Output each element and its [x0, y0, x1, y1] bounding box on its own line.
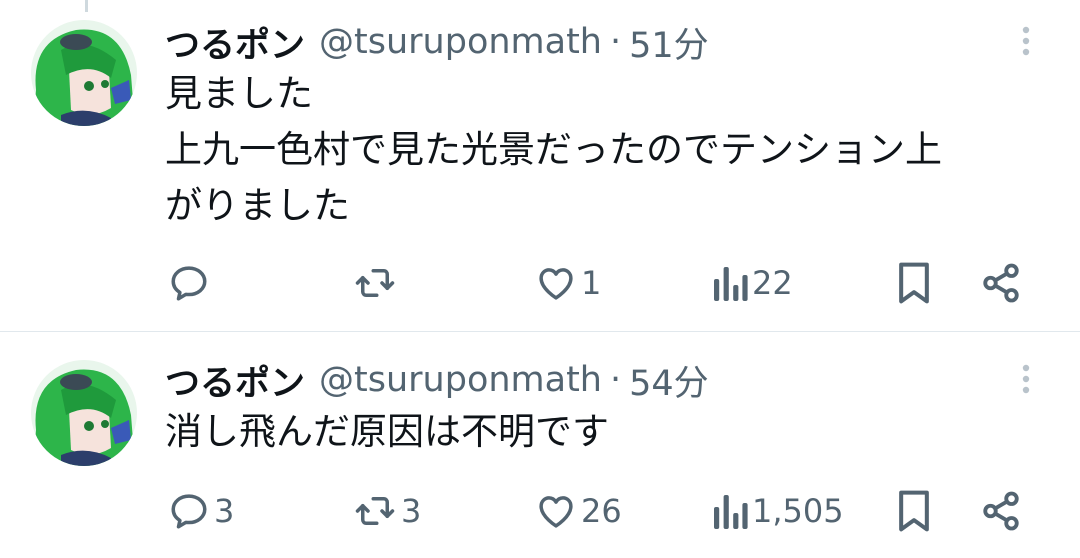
views-icon: [712, 263, 748, 303]
reply-button[interactable]: 3: [168, 486, 234, 536]
timestamp[interactable]: 51分: [629, 17, 709, 68]
display-name[interactable]: つるポン: [165, 355, 305, 406]
like-button[interactable]: 26: [535, 486, 622, 536]
tweet-text: 見ました 上九一色村で見た光景だったのでテンション上 がりました: [165, 66, 1060, 234]
retweet-count: 3: [401, 492, 422, 530]
bookmark-button[interactable]: [895, 258, 933, 308]
reply-icon: [168, 262, 210, 304]
share-icon: [980, 262, 1022, 304]
tweet-actions: 3 3 26 1,505: [0, 486, 1080, 536]
views-count: 1,505: [752, 492, 844, 530]
share-icon: [980, 490, 1022, 532]
separator-dot: ·: [610, 22, 622, 62]
tweet-header: つるポン @tsuruponmath · 51分: [165, 18, 709, 66]
bookmark-icon: [895, 489, 933, 533]
timestamp[interactable]: 54分: [629, 355, 709, 406]
separator-dot: ·: [610, 360, 622, 400]
tweet-text: 消し飛んだ原因は不明です: [165, 404, 1060, 460]
tweet-header: つるポン @tsuruponmath · 54分: [165, 356, 709, 404]
views-button[interactable]: 22: [712, 258, 793, 308]
views-button[interactable]: 1,505: [712, 486, 844, 536]
tweet-text-line: 見ました: [165, 72, 313, 115]
views-icon: [712, 491, 748, 531]
share-button[interactable]: [980, 486, 1022, 536]
tweet-2[interactable]: つるポン @tsuruponmath · 54分 消し飛んだ原因は不明です 3: [0, 332, 1080, 558]
bookmark-icon: [895, 261, 933, 305]
tweet-text-line: がりました: [165, 184, 350, 227]
like-count: 26: [581, 492, 622, 530]
avatar[interactable]: [31, 20, 137, 126]
views-count: 22: [752, 264, 793, 302]
share-button[interactable]: [980, 258, 1022, 308]
tweet-actions: 1 22: [0, 258, 1080, 308]
reply-button[interactable]: [168, 258, 214, 308]
retweet-icon: [353, 490, 397, 532]
heart-icon: [535, 262, 577, 304]
user-handle[interactable]: @tsuruponmath: [319, 22, 602, 62]
tweet-text-line: 上九一色村で見た光景だったのでテンション上: [165, 128, 942, 171]
like-count: 1: [581, 264, 602, 302]
bookmark-button[interactable]: [895, 486, 933, 536]
like-button[interactable]: 1: [535, 258, 601, 308]
more-vertical-icon[interactable]: [1016, 364, 1036, 400]
retweet-button[interactable]: 3: [353, 486, 421, 536]
reply-icon: [168, 490, 210, 532]
retweet-icon: [353, 262, 397, 304]
retweet-button[interactable]: [353, 258, 401, 308]
reply-count: 3: [214, 492, 235, 530]
avatar[interactable]: [31, 360, 137, 466]
display-name[interactable]: つるポン: [165, 17, 305, 68]
tweet-text-line: 消し飛んだ原因は不明です: [165, 410, 609, 453]
heart-icon: [535, 490, 577, 532]
tweet-1[interactable]: つるポン @tsuruponmath · 51分 見ました 上九一色村で見た光景…: [0, 0, 1080, 330]
user-handle[interactable]: @tsuruponmath: [319, 360, 602, 400]
more-vertical-icon[interactable]: [1016, 26, 1036, 62]
